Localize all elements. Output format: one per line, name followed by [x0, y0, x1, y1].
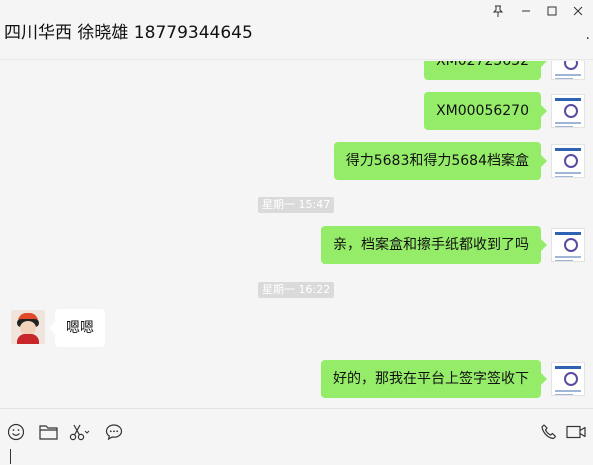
emoji-icon[interactable]: [5, 421, 27, 443]
title-bar: 四川华西 徐晓雄 18779344645 .: [0, 0, 593, 60]
minimize-icon[interactable]: [514, 2, 538, 20]
folder-icon[interactable]: [37, 421, 59, 443]
avatar-me[interactable]: [551, 362, 585, 396]
input-area[interactable]: [0, 408, 593, 465]
timestamp: 星期一 16:22: [258, 282, 335, 298]
video-icon[interactable]: [565, 421, 587, 443]
avatar-me[interactable]: [551, 144, 585, 178]
avatar-me[interactable]: [551, 61, 585, 80]
message-bubble-out[interactable]: 好的，那我在平台上签字签收下: [321, 360, 547, 398]
avatar-me[interactable]: [551, 94, 585, 128]
message-bubble-out[interactable]: 得力5683和得力5684档案盒: [333, 142, 548, 180]
pin-icon[interactable]: [486, 2, 510, 20]
scissors-icon[interactable]: [69, 421, 91, 443]
avatar-contact[interactable]: [11, 310, 45, 344]
maximize-icon[interactable]: [540, 2, 564, 20]
close-icon[interactable]: [566, 2, 590, 20]
message-bubble-in[interactable]: 嗯嗯: [49, 309, 105, 347]
message-bubble-out[interactable]: XM00056270: [424, 92, 547, 130]
chat-area[interactable]: XM02725632 XM00056270 得力5683和得力5684档案盒 星…: [0, 61, 593, 408]
chat-title: 四川华西 徐晓雄 18779344645: [4, 23, 253, 43]
text-input-caret: [10, 449, 11, 464]
more-icon[interactable]: .: [586, 27, 591, 43]
chat-bubble-icon[interactable]: [103, 421, 125, 443]
message-bubble-out[interactable]: 亲，档案盒和擦手纸都收到了吗: [321, 226, 547, 264]
timestamp: 星期一 15:47: [258, 197, 335, 213]
phone-icon[interactable]: [538, 421, 560, 443]
message-bubble-out[interactable]: XM02725632: [424, 61, 547, 80]
avatar-me[interactable]: [551, 228, 585, 262]
